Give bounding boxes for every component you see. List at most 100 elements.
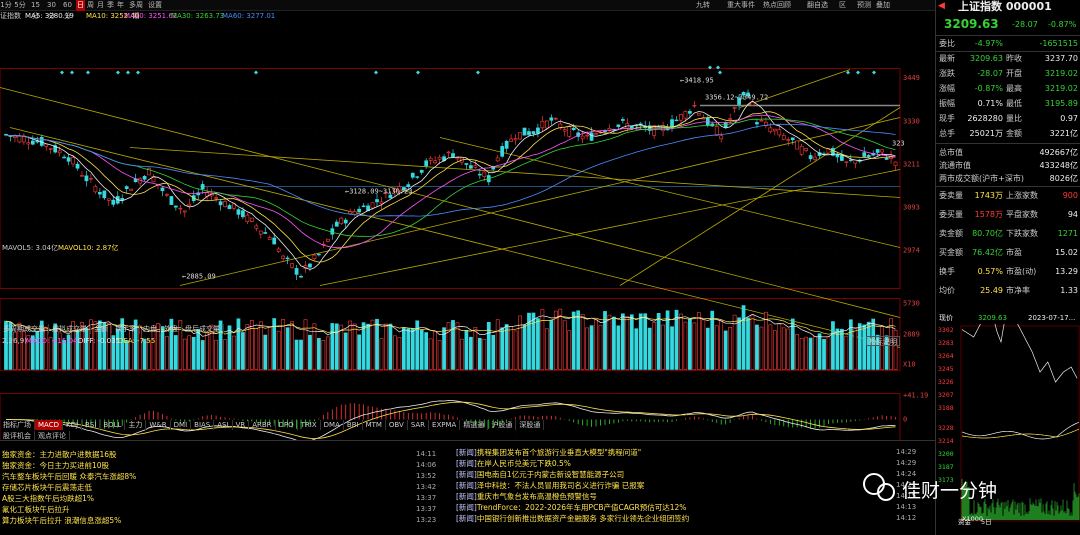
quote-value2: 3237.70 [1044,54,1078,63]
range-annotation: 3356.12~3349.72 [705,94,768,102]
candle-body [844,161,849,163]
indicator-tab-1[interactable]: MACD [35,420,63,430]
candle-body [813,156,817,160]
candle-body [553,118,558,120]
indicator-tab-0[interactable]: 指标广场 [0,420,35,430]
indicator-tab-14[interactable]: DMA [321,420,344,430]
candle-body [835,154,840,158]
news-right-item-3[interactable]: [新闻]泽中科技：不法人员冒用我司名义进行诈骗 已报案 [456,480,886,491]
candle-body [808,155,813,160]
ma10-line [5,111,896,263]
candle-body [272,237,277,245]
volume-bar [513,330,518,370]
indicator-tab-21[interactable]: 沪股通 [488,420,517,430]
volume-bar [737,317,741,370]
breadth-key: 委卖量 [939,191,963,200]
macd-axis-label-1: 0 [903,416,907,424]
news-left-item-0[interactable]: 独家资金：主力进散户进数据16股 [2,449,402,460]
candle-body [522,127,527,136]
candle-body [375,199,379,203]
market-row-1: 流通市值 433248亿 [936,159,1080,172]
news-left-item-4[interactable]: A股三大指数午后均跌超1% [2,493,402,504]
indicator-help-button[interactable]: 指标说明 [866,336,900,346]
indicator-tab-7[interactable]: DMI [171,420,192,430]
volume-tab-0[interactable]: 多周期成交量 [0,324,49,334]
candle-body [714,126,719,136]
volume-bar [585,327,589,370]
news-left-item-1[interactable]: 独家资金：今日主力买进前10股 [2,460,402,471]
index-change: -28.07 [1012,20,1038,29]
volume-axis-label-0: 5730 [903,300,920,308]
indicator-tab-20[interactable]: 精選通 [460,420,489,430]
indicator-tab-9[interactable]: ASI [214,420,233,430]
mini-footer-2[interactable]: 5日 [981,517,992,527]
volume-tab-1[interactable]: 虚拟成交量 [49,324,91,334]
volume-tab-3[interactable]: 换手率 [112,324,140,334]
volume-bar [437,340,442,370]
indicator-tab-15[interactable]: BBI [344,420,363,430]
indicator-tab-3[interactable]: RSI [82,420,101,430]
volume-tab-4[interactable]: 内盘 [140,324,161,334]
volume-bar [853,327,858,370]
indicator-tab-2[interactable]: KDJ [63,420,83,430]
indicator-tab-13[interactable]: TRIX [298,420,321,430]
news-right-item-1[interactable]: [新闻]在岸人民币兑美元下跌0.5% [456,458,886,469]
indicator-tab-4[interactable]: BOLL [100,420,126,430]
news-right-item-5[interactable]: [新闻]TrendForce：2022-2026年车用PCB产值CAGR预估可达… [456,502,886,513]
indicator-tab-11[interactable]: ARBR [249,420,276,430]
indicator-tab-10[interactable]: VR [233,420,250,430]
news-left-time-6: 13:23 [416,516,437,524]
indicator-tab-8[interactable]: BIAS [191,420,215,430]
news-right-item-0[interactable]: [新闻]携程集团发布首个旅游行业垂直大模型"携程问道" [456,447,886,458]
indicator-tab-19[interactable]: EXPMA [429,420,461,430]
candle-body [562,129,567,132]
volume-tab-6[interactable]: 盘后成交量 [182,324,224,334]
candle-body [549,117,554,121]
news-right-item-6[interactable]: [新闻]中国银行创新推出数据资产金融服务 多家行业领先企业组团签约 [456,513,886,524]
volume-bar [643,313,648,370]
candle-body [214,197,218,199]
candle-body [545,120,549,129]
breadth-value: 1743万 [974,191,1003,200]
breadth-key: 均价 [939,286,955,295]
indicator-tab-5[interactable]: 主力 [125,420,147,430]
news-left-item-3[interactable]: 存储芯片板块午后震荡走低 [2,482,402,493]
news-right-item-2[interactable]: [新闻]国电南自1亿元于内蒙古新设智慧能源子公司 [456,469,886,480]
market-value: 433248亿 [1039,161,1078,170]
market-row-2: 两市成交额(沪市+深市) 8026亿 [936,172,1080,185]
volume-bar [84,327,89,370]
volume-tab-2[interactable]: 金额 [91,324,112,334]
breadth-row-5: 均价 25.49 市净率 1.33 [936,284,1080,297]
news-right-item-4[interactable]: [新闻]重庆市气象台发布高温橙色预警信号 [456,491,886,502]
candle-body [84,175,89,182]
candle-body [334,221,339,227]
candle-body [679,114,683,121]
volume-bar [620,313,625,370]
indicator-tab-17[interactable]: OBV [386,420,408,430]
signal-diamond [856,70,860,75]
indicator-tab-22[interactable]: 深股通 [516,420,545,430]
candle-body [880,149,884,153]
candle-body [848,159,853,161]
mini-axis-label-4: 3226 [938,378,954,386]
indicator-tab-16[interactable]: MTM [363,420,386,430]
trend-line-3 [439,137,901,248]
indicator-tab-18[interactable]: SAR [408,420,430,430]
indicator-tab-12[interactable]: DPO [276,420,298,430]
volume-bar [232,335,236,370]
chevron-left-icon[interactable]: ◀ [938,1,945,11]
volume-tab-5[interactable]: 外盘 [161,324,182,334]
volume-bar [325,336,330,370]
volume-axis-label-1: 2889 [903,331,920,339]
signal-diamond [136,70,140,75]
news-left-item-6[interactable]: 算力板块午后拉升 浪潮信息涨超5% [2,515,402,526]
news-left-item-2[interactable]: 汽车整车板块午后回暖 众泰汽车涨超8% [2,471,402,482]
indicator-tab-6[interactable]: W&R [146,420,171,430]
quote-value2: 3195.89 [1044,99,1078,108]
watermark-text: 佳财一分钟 [902,480,997,502]
volume-bar [795,334,800,370]
volume-bar [786,328,791,370]
volume-bar [424,332,429,370]
news-left-item-5[interactable]: 氟化工板块午后拉升 [2,504,402,515]
mini-footer-1[interactable]: 资金 [958,517,971,527]
